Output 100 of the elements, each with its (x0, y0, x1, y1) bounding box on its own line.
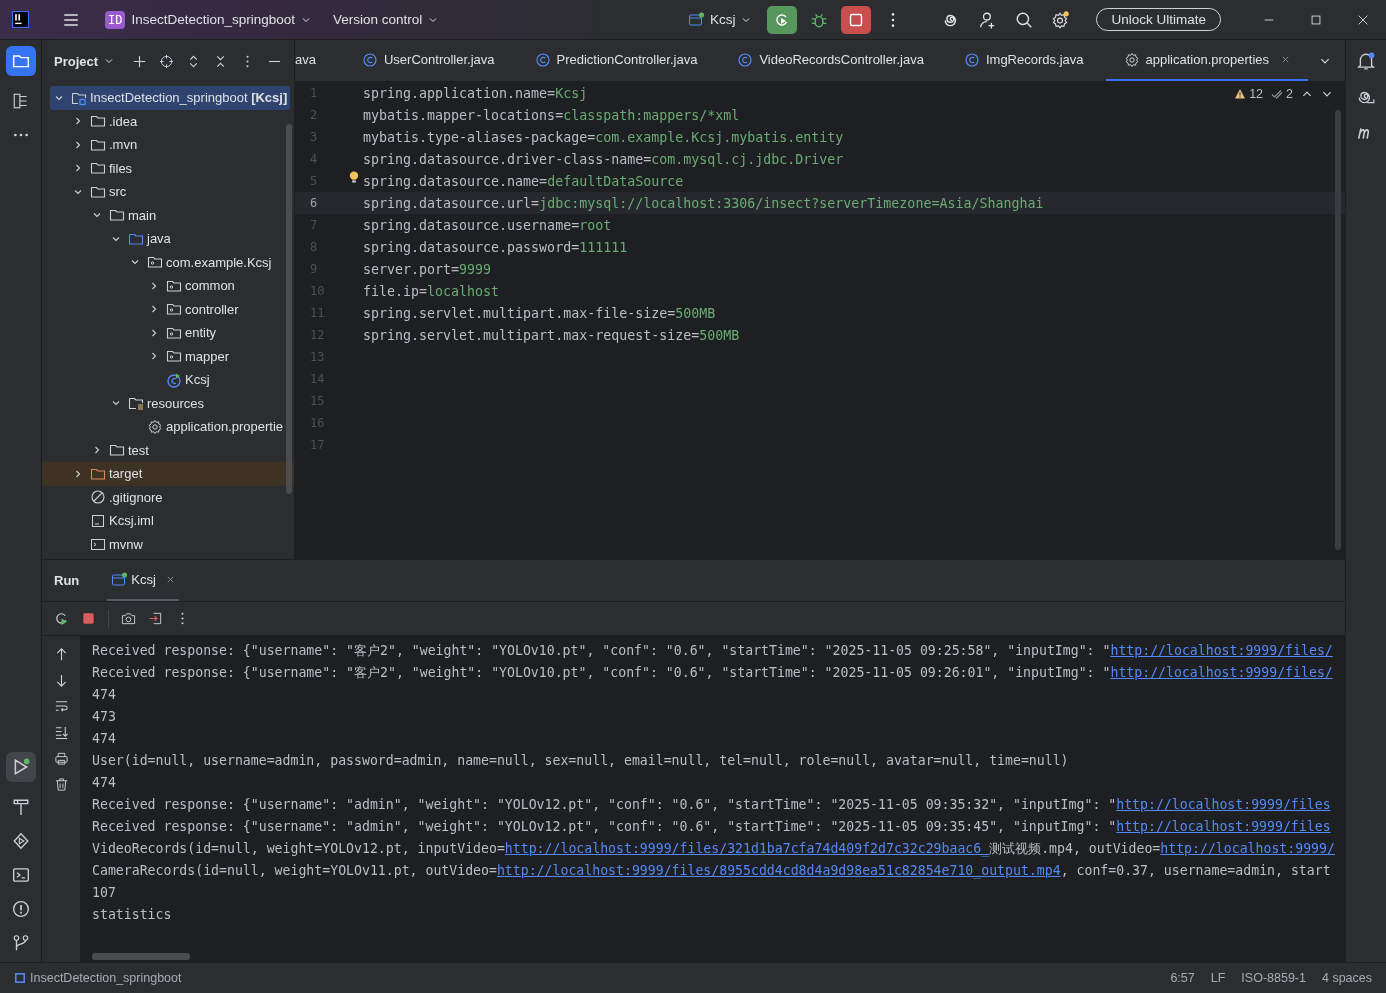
editor-tab[interactable]: ImgRecords.java (945, 40, 1102, 81)
settings-icon[interactable] (1051, 10, 1070, 29)
tree-item[interactable]: test (42, 438, 294, 462)
tree-item[interactable]: mvnw (42, 532, 294, 556)
tree-item-label: InsectDetection_springboot [Kcsj] (90, 90, 288, 106)
folder-icon (90, 113, 106, 130)
indent-setting[interactable]: 4 spaces (1321, 971, 1372, 985)
project-switcher[interactable]: ID InsectDetection_springboot (99, 6, 318, 33)
breadcrumb[interactable]: InsectDetection_springboot (14, 971, 182, 985)
editor-tab[interactable]: application.properties (1105, 40, 1309, 81)
scrollbar[interactable] (1335, 110, 1341, 550)
tree-item[interactable]: resources (42, 391, 294, 415)
add-icon[interactable] (132, 53, 148, 69)
window-icon (111, 571, 128, 588)
tree-item[interactable]: java (42, 227, 294, 251)
chevron-right-icon[interactable] (73, 116, 83, 127)
editor-tab[interactable]: ava (295, 40, 340, 81)
console-link[interactable]: http://localhost:9999/files/8955cdd4cd8d4a9d98ea51c82854e710_output.mp4 (496, 863, 1061, 878)
tree-item[interactable]: src (42, 180, 294, 204)
git-branch-icon[interactable] (11, 934, 30, 952)
console-link[interactable]: http://localhost:9999/files/ (1110, 665, 1333, 680)
console-link[interactable]: http://localhost:9999/files/321d1ba7cfa74d409f2d7c32c29baac6_ (504, 841, 990, 856)
bell-icon[interactable] (1357, 52, 1375, 70)
terminal-icon[interactable] (11, 866, 30, 884)
chevron-right-icon[interactable] (149, 327, 159, 338)
chevron-right-icon[interactable] (149, 280, 159, 291)
vcs-menu[interactable]: Version control (327, 8, 445, 31)
tree-item[interactable]: application.propertie (42, 415, 294, 439)
locate-icon[interactable] (159, 53, 175, 69)
structure-icon[interactable] (11, 92, 30, 110)
trash-icon[interactable] (53, 777, 69, 792)
console-text: Received response: {"username": "客户2", "weight": "YOLOv10.pt", "conf": "0.6", "startTime": "2025-11-05 09:25:58", "inputImg": " (92, 643, 1111, 658)
chevron-right-icon[interactable] (149, 351, 159, 362)
editor-tab[interactable]: PredictionController.java (516, 40, 716, 81)
rerun-button[interactable] (767, 5, 798, 34)
scrollbar[interactable] (286, 124, 292, 494)
tree-item[interactable]: Kcsj (42, 368, 294, 392)
chevron-right-icon[interactable] (73, 139, 83, 150)
editor-tab[interactable]: UserController.java (343, 40, 513, 81)
caret-position[interactable]: 6:57 (1170, 971, 1195, 985)
tree-item[interactable]: .mvn (42, 133, 294, 157)
tree-item[interactable]: mapper (42, 344, 294, 368)
app-logo-icon (12, 11, 29, 28)
tree-item-label: java (147, 231, 171, 247)
tree-item[interactable]: entity (42, 321, 294, 345)
tree-item[interactable]: Kcsj.iml (42, 509, 294, 533)
stop-button[interactable] (841, 5, 872, 34)
tree-item[interactable]: .gitignore (42, 485, 294, 509)
run-tool-button[interactable] (5, 752, 36, 782)
class-icon (737, 51, 754, 68)
tree-item[interactable]: files (42, 156, 294, 180)
camera-icon[interactable] (121, 611, 136, 626)
tree-item-label: .mvn (109, 137, 138, 153)
console-link[interactable]: http://localhost:9999/files/ (1110, 643, 1333, 658)
module-icon (14, 972, 26, 984)
tree-item[interactable]: controller (42, 297, 294, 321)
chevron-down-icon[interactable] (104, 56, 115, 66)
tree-item[interactable]: main (42, 203, 294, 227)
hammer-icon[interactable] (11, 798, 30, 816)
search-icon[interactable] (1015, 10, 1034, 29)
tree-item-label: src (109, 184, 127, 200)
chevron-right-icon[interactable] (149, 304, 159, 315)
tree-item[interactable]: com.example.Kcsj (42, 250, 294, 274)
maximize-icon[interactable] (1309, 12, 1323, 27)
weak-warning-count[interactable]: 2 (1271, 87, 1293, 101)
tree-item[interactable]: common (42, 274, 294, 298)
chevron-right-icon[interactable] (73, 468, 83, 479)
tree-item[interactable]: .idea (42, 109, 294, 133)
tree-item-label: Kcsj.iml (109, 513, 154, 529)
package-icon (147, 254, 163, 271)
lightbulb-icon[interactable] (349, 171, 359, 184)
chevron-right-icon[interactable] (73, 163, 83, 174)
line-separator[interactable]: LF (1210, 971, 1226, 985)
console-link[interactable]: http://localhost:9999/files (1116, 797, 1331, 812)
exit-icon[interactable] (148, 611, 163, 626)
tree-item[interactable]: target (42, 462, 294, 486)
run-panel-title: Run (54, 573, 80, 588)
services-icon[interactable] (11, 832, 30, 850)
editor-tab[interactable]: VideoRecordsController.java (719, 40, 942, 81)
project-tool-button[interactable] (5, 46, 36, 76)
rerun-icon[interactable] (54, 611, 69, 626)
scrollbar[interactable] (92, 953, 190, 960)
warning-count[interactable]: 12 (1234, 87, 1264, 101)
stop-icon[interactable] (81, 611, 96, 626)
soft-wrap-icon[interactable] (53, 699, 69, 714)
file-encoding[interactable]: ISO-8859-1 (1241, 971, 1306, 985)
tree-item-label: .gitignore (109, 489, 163, 505)
console-link[interactable]: http://localhost:9999/ (1160, 841, 1335, 856)
console-text: statistics (92, 907, 172, 922)
console-link[interactable]: http://localhost:9999/files (1116, 819, 1331, 834)
console-text: 测试视频.mp4, outVideo= (989, 841, 1161, 856)
close-tab-icon[interactable] (1281, 55, 1291, 64)
tree-item[interactable]: InsectDetection_springboot [Kcsj] (50, 86, 290, 110)
scroll-to-end-icon[interactable] (53, 725, 69, 740)
close-tab-icon[interactable] (165, 575, 175, 584)
view-selector[interactable]: Project (54, 53, 115, 69)
run-configuration-selector[interactable]: Kcsj (681, 7, 758, 32)
print-icon[interactable] (53, 751, 69, 766)
chevron-right-icon[interactable] (92, 445, 102, 456)
problems-icon[interactable] (11, 900, 30, 918)
